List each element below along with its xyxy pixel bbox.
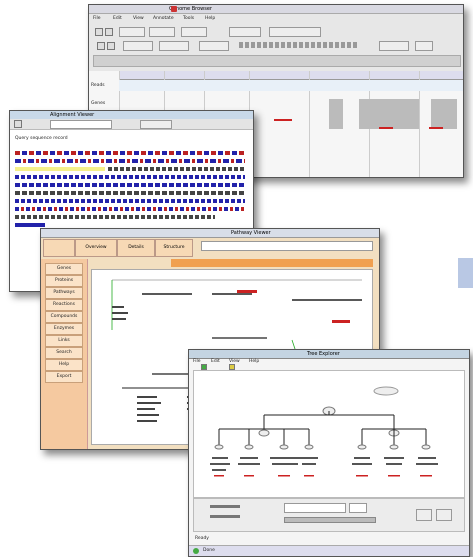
close-track-button[interactable]	[415, 41, 433, 51]
zoom-in-button[interactable]	[119, 27, 145, 37]
status-text: Ready	[195, 536, 209, 541]
window-title: Tree Explorer	[307, 351, 340, 357]
ruler	[239, 42, 359, 48]
menu-file[interactable]: File	[93, 16, 101, 21]
sidebar-item-pathways[interactable]: Pathways	[45, 287, 83, 299]
menu-file[interactable]: File	[193, 359, 201, 364]
title-bar[interactable]: Genome Browser	[89, 5, 463, 14]
menu-help[interactable]: Help	[205, 16, 215, 21]
footer-text: Done	[203, 548, 215, 553]
value-field[interactable]	[349, 503, 367, 513]
menu-edit[interactable]: Edit	[211, 359, 220, 364]
control-panel	[193, 498, 465, 532]
text-line	[15, 175, 245, 179]
open-icon[interactable]	[14, 120, 22, 128]
sidebar: Genes Proteins Pathways Reactions Compou…	[41, 259, 88, 449]
window-title: Pathway Viewer	[231, 230, 271, 236]
coverage-block	[329, 99, 343, 129]
text-line	[108, 167, 245, 171]
control-label	[210, 515, 240, 518]
export-button[interactable]	[379, 41, 409, 51]
toolbar	[10, 119, 253, 130]
title-bar[interactable]: Tree Explorer	[189, 350, 469, 359]
feature-mark	[379, 127, 393, 129]
page-title: Query sequence record	[15, 136, 68, 141]
apply-button[interactable]	[416, 509, 432, 521]
status-bar: Done	[189, 545, 469, 556]
home-tab[interactable]	[43, 239, 75, 257]
status-icon	[193, 548, 199, 554]
param-field[interactable]	[284, 503, 346, 513]
text-line	[15, 199, 245, 203]
tab-overview[interactable]: Overview	[75, 239, 117, 257]
text-line	[15, 223, 45, 227]
selected-row[interactable]	[119, 80, 463, 91]
sidebar-item-help[interactable]: Help	[45, 359, 83, 371]
menu-annotate[interactable]: Annotate	[153, 16, 174, 21]
forward-icon[interactable]	[105, 28, 113, 36]
text-line	[15, 215, 215, 219]
coverage-block	[359, 99, 419, 129]
feature-mark	[274, 119, 292, 121]
menu-help[interactable]: Help	[249, 359, 259, 364]
sidebar-item-search[interactable]: Search	[45, 347, 83, 359]
tree-explorer-window: Tree Explorer File Edit View Help Ready …	[188, 349, 470, 557]
sidebar-item-links[interactable]: Links	[45, 335, 83, 347]
sidebar-item-reactions[interactable]: Reactions	[45, 299, 83, 311]
text-line	[15, 207, 245, 211]
app-icon	[171, 6, 177, 12]
control-label	[210, 505, 240, 508]
location-strip[interactable]	[93, 55, 461, 67]
reset-button[interactable]	[181, 27, 207, 37]
sidebar-item-export[interactable]: Export	[45, 371, 83, 383]
text-line	[15, 159, 245, 163]
tree-canvas[interactable]	[193, 370, 465, 498]
sidebar-item-genes[interactable]: Genes	[45, 263, 83, 275]
window-title: Alignment Viewer	[50, 112, 95, 118]
title-bar[interactable]: Pathway Viewer	[41, 229, 379, 238]
track-button[interactable]	[123, 41, 153, 51]
sidebar-item-compounds[interactable]: Compounds	[45, 311, 83, 323]
menu-tools[interactable]: Tools	[183, 16, 194, 21]
menu-view[interactable]: View	[133, 16, 144, 21]
search-input[interactable]	[201, 241, 373, 251]
settings-icon[interactable]	[97, 42, 105, 50]
text-line	[15, 151, 245, 155]
filter-button[interactable]	[199, 41, 229, 51]
sidebar-item-proteins[interactable]: Proteins	[45, 275, 83, 287]
column-header	[119, 71, 463, 80]
tab-structure[interactable]: Structure	[155, 239, 193, 257]
tree-diagram	[210, 386, 438, 477]
coverage-block	[431, 99, 457, 129]
track-label: Reads	[91, 83, 105, 88]
layer-button[interactable]	[159, 41, 189, 51]
nav-button-group[interactable]	[269, 27, 321, 37]
highlighted-text	[15, 167, 105, 171]
side-accent	[458, 258, 473, 288]
text-line	[15, 191, 245, 195]
cancel-button[interactable]	[436, 509, 452, 521]
feature-mark	[429, 127, 443, 129]
run-button[interactable]	[140, 120, 172, 129]
back-icon[interactable]	[95, 28, 103, 36]
find-button[interactable]	[229, 27, 261, 37]
text-line	[15, 183, 245, 187]
sidebar-item-enzymes[interactable]: Enzymes	[45, 323, 83, 335]
menu-edit[interactable]: Edit	[113, 16, 122, 21]
track-label: Genes	[91, 101, 106, 106]
header-bar	[171, 259, 373, 267]
zoom-out-button[interactable]	[149, 27, 175, 37]
slider-track[interactable]	[284, 517, 376, 523]
sequence-select[interactable]	[50, 120, 112, 129]
print-icon[interactable]	[107, 42, 115, 50]
tab-details[interactable]: Details	[117, 239, 155, 257]
